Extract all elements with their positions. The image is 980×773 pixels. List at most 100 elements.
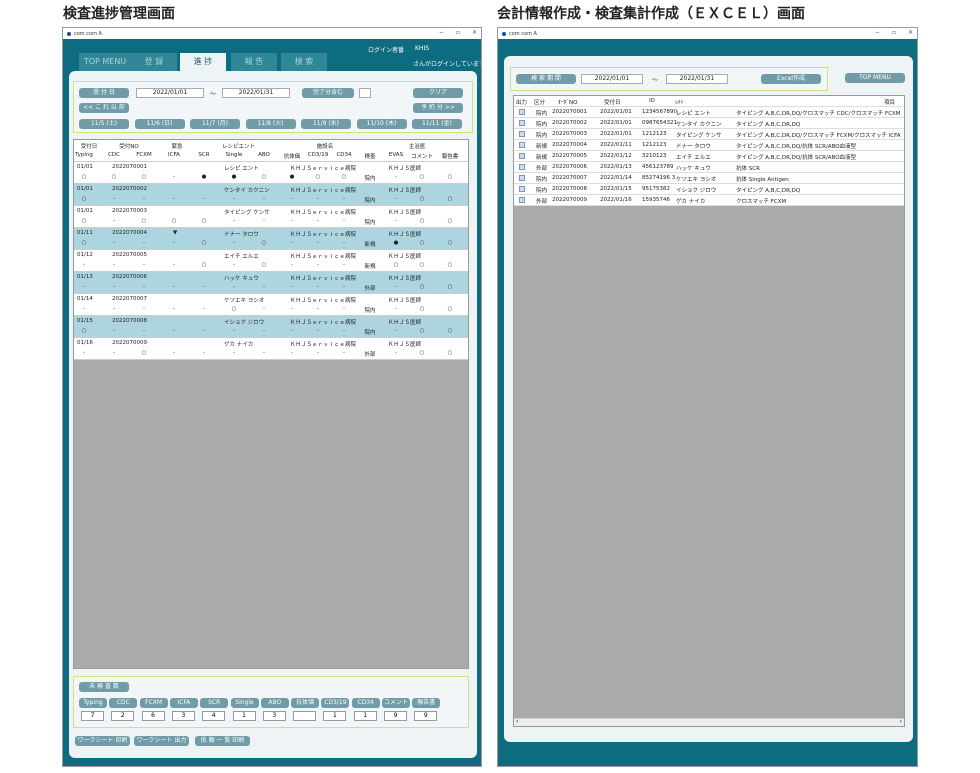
period-from-input[interactable]: 2022/01/01 xyxy=(581,74,643,84)
excel-cell: 1212123 xyxy=(642,131,667,137)
maximize-icon[interactable]: ▫ xyxy=(456,29,460,36)
output-checkbox[interactable] xyxy=(519,120,525,126)
tab-progress[interactable]: 進 捗 xyxy=(180,53,226,71)
next-button[interactable]: 予 約 分 >> xyxy=(413,103,463,113)
status-mark: ○ xyxy=(419,196,425,202)
status-mark: ○ xyxy=(261,240,267,246)
maximize-icon-right[interactable]: ▫ xyxy=(892,29,896,36)
excel-row[interactable]: 外部 2022070009 2022/01/16 15935746 ゲカ ナイカ クロスマ… xyxy=(514,195,904,206)
excel-cell: 456123789 xyxy=(642,164,674,170)
table-row[interactable]: 01/11 2022070004 ▼ ドナー タロウ ＫＨＪＳｅｒｖｉｃｅ病院 ＫＨＪＳ医… xyxy=(74,228,468,250)
receipt-no: 2022070007 xyxy=(112,296,147,302)
day-button[interactable]: 11/8 (火) xyxy=(245,119,296,129)
excel-row[interactable]: 院内 2022070002 2022/01/01 0987654321 ケンタイ カクニ… xyxy=(514,118,904,129)
tab-search[interactable]: 検 索 xyxy=(281,53,327,71)
status-mark: - xyxy=(173,284,175,290)
prev-button[interactable]: << こ れ 以 前 xyxy=(79,103,129,113)
scroll-right-icon[interactable]: › xyxy=(900,718,902,725)
tab-top-menu[interactable]: TOP MENU xyxy=(79,53,131,71)
header-cell: SCR xyxy=(198,152,210,158)
status-mark: - xyxy=(113,306,115,312)
day-button[interactable]: 11/6 (日) xyxy=(134,119,185,129)
status-mark: - xyxy=(263,306,265,312)
include-complete-checkbox[interactable] xyxy=(359,88,371,98)
worksheet-print-button[interactable]: ワークシート 印刷 xyxy=(75,736,130,746)
status-mark: ○ xyxy=(81,174,87,180)
output-checkbox[interactable] xyxy=(519,142,525,148)
excel-row[interactable]: 院内 2022070001 2022/01/01 1234567890 レシピ エント タ… xyxy=(514,107,904,118)
excel-row[interactable]: 院内 2022070003 2022/01/01 1212123 タイピング ケンサ タイ… xyxy=(514,129,904,140)
minimize-icon[interactable]: − xyxy=(439,29,444,36)
table-row[interactable]: 01/01 2022070002 ケンタイ カクニン ＫＨＪＳｅｒｖｉｃｅ病院 ＫＨＪＳ… xyxy=(74,184,468,206)
excel-cell: ケツエキ ヨシオ xyxy=(676,177,717,183)
excel-row[interactable]: 院内 2022070008 2022/01/15 95175382 イショク ジロウ タイ… xyxy=(514,184,904,195)
scroll-left-icon[interactable]: ‹ xyxy=(516,718,518,725)
pending-count xyxy=(293,711,317,721)
day-button[interactable]: 11/10 (木) xyxy=(356,119,407,129)
day-button[interactable]: 11/5 (土) xyxy=(79,119,129,129)
excel-row[interactable]: 外部 2022070006 2022/01/13 456123789 ハッケ キュウ 抗体… xyxy=(514,162,904,173)
excel-header-cell: ｼﾒｲ xyxy=(675,100,684,106)
table-row[interactable]: 01/12 2022070005 エイチ エルエ ＫＨＪＳｅｒｖｉｃｅ病院 ＫＨＪＳ医師… xyxy=(74,250,468,272)
horizontal-scrollbar[interactable]: ‹ › xyxy=(514,718,904,726)
status-mark: ○ xyxy=(419,174,425,180)
excel-row[interactable]: 院内 2022070007 2022/01/14 85274196 3 ケツエキ ヨシオ… xyxy=(514,173,904,184)
minimize-icon-right[interactable]: − xyxy=(875,29,880,36)
output-checkbox[interactable] xyxy=(519,153,525,159)
status-mark: 新規 xyxy=(364,264,376,270)
worksheet-output-button[interactable]: ワークシート 出力 xyxy=(134,736,189,746)
header-cell: 報告書 xyxy=(441,154,459,160)
table-row[interactable]: 01/16 2022070009 ゲカ ナイカ ＫＨＪＳｅｒｖｉｃｅ病院 ＫＨＪＳ医師 -… xyxy=(74,338,468,360)
tab-report[interactable]: 報 告 xyxy=(231,53,277,71)
table-row[interactable]: 01/13 2022070006 ハッケ キュウ ＫＨＪＳｅｒｖｉｃｅ病院 ＫＨＪＳ医師… xyxy=(74,272,468,294)
clear-button[interactable]: クリア xyxy=(413,88,463,98)
day-button[interactable]: 11/7 (月) xyxy=(190,119,240,129)
pending-item-label: コメント xyxy=(382,698,410,708)
app-logo-icon-right xyxy=(502,31,506,36)
table-row[interactable]: 01/14 2022070007 ケツエキ ヨシオ ＫＨＪＳｅｒｖｉｃｅ病院 ＫＨＪＳ医… xyxy=(74,294,468,316)
status-mark: ○ xyxy=(111,174,117,180)
status-mark: 院内 xyxy=(364,176,376,182)
status-mark: ○ xyxy=(447,262,453,268)
period-tilde: ～ xyxy=(652,77,659,84)
status-mark: 院内 xyxy=(364,220,376,226)
excel-cell: 院内 xyxy=(536,111,548,117)
day-button[interactable]: 11/11 (金) xyxy=(412,119,462,129)
status-mark: - xyxy=(173,262,175,268)
date-to-input[interactable]: 2022/01/31 xyxy=(222,88,290,98)
period-to-input[interactable]: 2022/01/31 xyxy=(666,74,728,84)
status-mark: - xyxy=(173,328,175,334)
output-checkbox[interactable] xyxy=(519,131,525,137)
top-menu-button[interactable]: TOP MENU xyxy=(845,73,905,83)
pending-item-label: Typing xyxy=(79,698,107,708)
pending-item-label: SCR xyxy=(200,698,229,708)
table-row[interactable]: 01/15 2022070008 イショク ジロウ ＫＨＪＳｅｒｖｉｃｅ病院 ＫＨＪＳ医… xyxy=(74,316,468,338)
close-icon-right[interactable]: ✕ xyxy=(908,29,913,36)
excel-row[interactable]: 新規 2022070004 2022/01/11 1212123 ドナー タロウ タイピン… xyxy=(514,140,904,151)
pending-group: 未 検 査 数 Typing 7 CDC 2 FCXM 6 ICFA 3 SCR 4 Single 1… xyxy=(73,676,469,728)
date-from-input[interactable]: 2022/01/01 xyxy=(136,88,204,98)
output-checkbox[interactable] xyxy=(519,175,525,181)
table-row[interactable]: 01/01 2022070001 レシピ エント ＫＨＪＳｅｒｖｉｃｅ病院 ＫＨＪＳ医師… xyxy=(74,162,468,184)
period-label: 検 索 期 間 xyxy=(516,74,576,84)
tab-register[interactable]: 登 録 xyxy=(131,53,177,71)
request-list-print-button[interactable]: 依 頼 一 覧 印刷 xyxy=(195,736,250,746)
excel-cell: 2022/01/12 xyxy=(600,153,632,159)
header-cell: ABO xyxy=(258,152,270,158)
table-row[interactable]: 01/01 2022070003 タイピング ケンサ ＫＨＪＳｅｒｖｉｃｅ病院 ＫＨＪＳ… xyxy=(74,206,468,228)
status-mark: - xyxy=(263,196,265,202)
status-mark: 外部 xyxy=(364,352,376,358)
excel-cell: 2022/01/13 xyxy=(600,164,632,170)
output-checkbox[interactable] xyxy=(519,186,525,192)
excel-create-button[interactable]: Excel作成 xyxy=(761,74,821,84)
status-mark: - xyxy=(343,328,345,334)
status-mark: - xyxy=(83,350,85,356)
close-icon[interactable]: ✕ xyxy=(472,29,477,36)
output-checkbox[interactable] xyxy=(519,109,525,115)
output-checkbox[interactable] xyxy=(519,164,525,170)
day-button[interactable]: 11/9 (水) xyxy=(301,119,351,129)
excel-cell: ハッケ キュウ xyxy=(676,166,711,172)
output-checkbox[interactable] xyxy=(519,197,525,203)
excel-row[interactable]: 新規 2022070005 2022/01/12 3210123 エイチ エルエ タイピン… xyxy=(514,151,904,162)
excel-cell: 2022070003 xyxy=(552,131,587,137)
